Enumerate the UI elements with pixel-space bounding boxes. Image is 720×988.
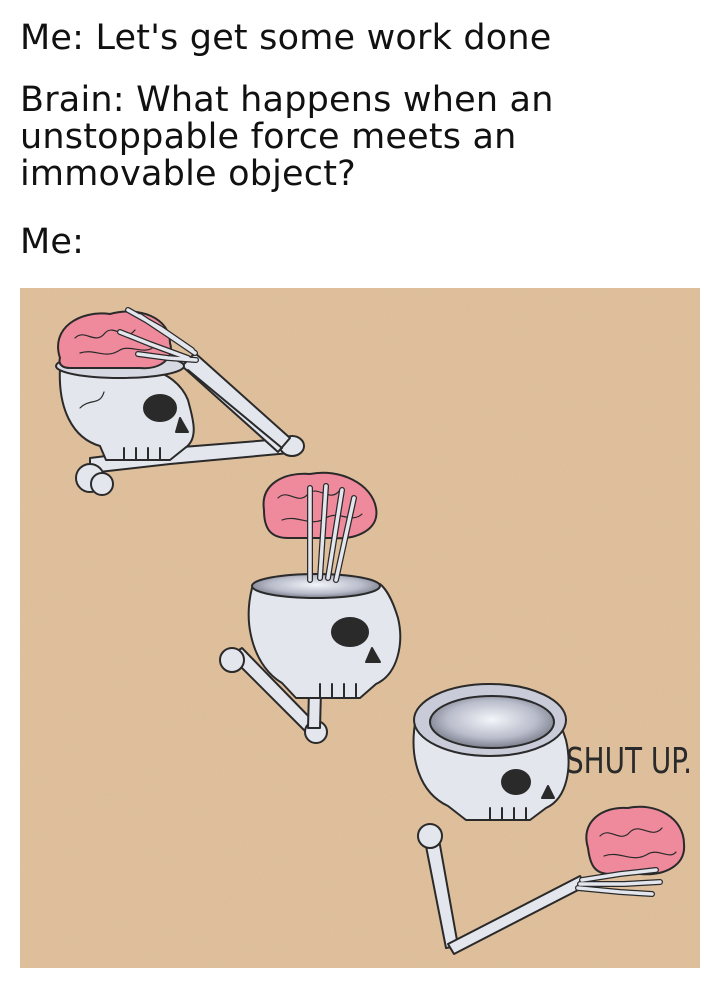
meme-illustration: SHUT UP. xyxy=(20,288,700,968)
speech-text: SHUT UP. xyxy=(566,741,692,782)
brain-icon xyxy=(57,310,172,370)
caption-line-2: Brain: What happens when an unstoppable … xyxy=(20,80,554,194)
skull-icon xyxy=(412,683,570,821)
brain-icon xyxy=(262,471,378,540)
brain-icon xyxy=(585,805,686,876)
caption-line-3: Me: xyxy=(20,222,85,262)
caption-line-1: Me: Let's get some work done xyxy=(20,18,552,58)
skeleton-panel: SHUT UP. xyxy=(20,288,700,968)
